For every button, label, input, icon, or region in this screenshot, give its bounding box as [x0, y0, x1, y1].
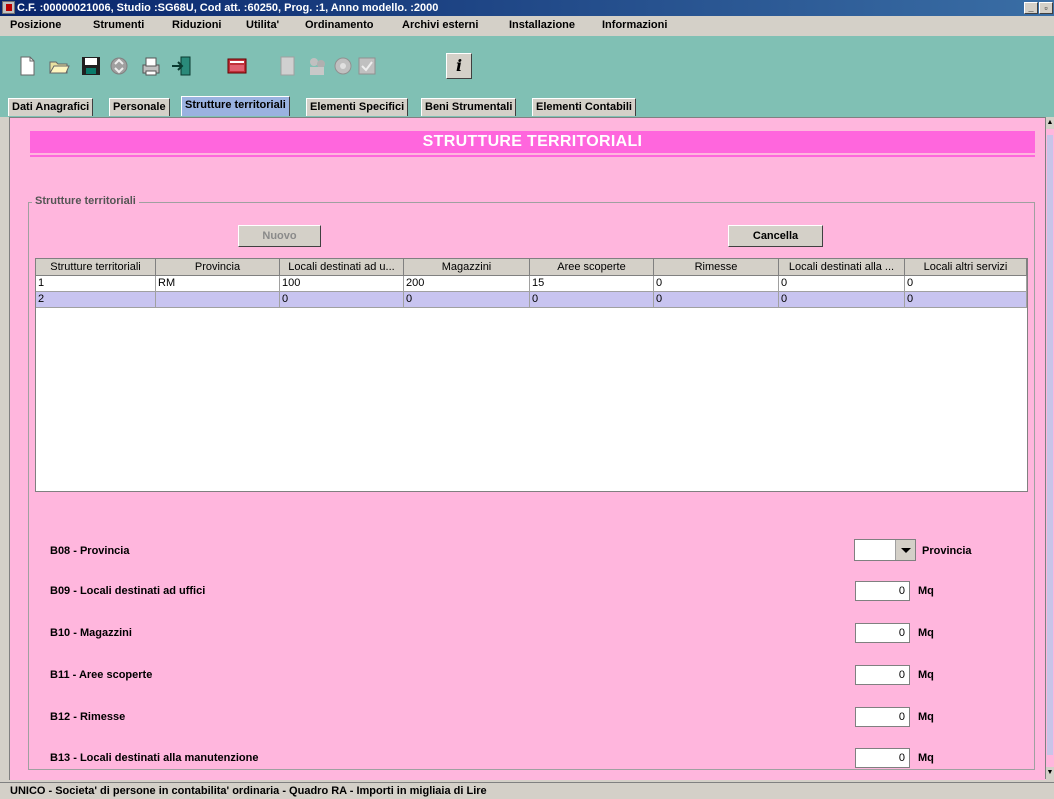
copy-document-icon[interactable] — [276, 55, 298, 77]
chevron-down-icon[interactable] — [895, 540, 915, 560]
recycle-icon[interactable] — [108, 55, 130, 77]
rimesse-label: B12 - Rimesse — [50, 711, 126, 723]
provincia-unit: Provincia — [922, 545, 972, 557]
table-cell[interactable]: 0 — [779, 292, 905, 308]
manutenzione-input[interactable]: 0 — [855, 748, 910, 768]
column-header[interactable]: Magazzini — [404, 259, 530, 276]
exit-door-icon[interactable] — [170, 55, 192, 77]
tab-personale[interactable]: Personale — [109, 98, 170, 116]
menu-utilita[interactable]: Utilita' — [246, 19, 279, 31]
info-icon[interactable]: i — [446, 53, 472, 79]
new-document-icon[interactable] — [16, 55, 38, 77]
provincia-label: B08 - Provincia — [50, 545, 130, 557]
table-cell[interactable]: 100 — [280, 276, 404, 292]
menu-informazioni[interactable]: Informazioni — [602, 19, 667, 31]
unit-label: Mq — [918, 627, 934, 639]
content-panel: STRUTTURE TERRITORIALI Strutture territo… — [9, 117, 1046, 780]
tab-beni-strumentali[interactable]: Beni Strumentali — [421, 98, 517, 116]
column-header[interactable]: Locali altri servizi — [905, 259, 1027, 276]
table-cell[interactable]: 0 — [654, 292, 779, 308]
menu-posizione[interactable]: Posizione — [10, 19, 61, 31]
menu-strumenti[interactable]: Strumenti — [93, 19, 144, 31]
table-cell[interactable] — [156, 292, 280, 308]
table-cell[interactable]: 1 — [36, 276, 156, 292]
minimize-button[interactable]: _ — [1024, 2, 1038, 14]
magazzini-input[interactable]: 0 — [855, 623, 910, 643]
group-legend: Strutture territoriali — [32, 195, 139, 207]
status-bar: UNICO - Societa' di persone in contabili… — [0, 782, 1054, 798]
table-cell[interactable]: 0 — [280, 292, 404, 308]
calculator-icon[interactable] — [226, 55, 248, 77]
nuovo-button[interactable]: Nuovo — [238, 225, 321, 247]
table-cell[interactable]: 200 — [404, 276, 530, 292]
aree-scoperte-label: B11 - Aree scoperte — [50, 669, 153, 681]
table-cell[interactable]: 0 — [905, 276, 1027, 292]
table-cell[interactable]: 0 — [905, 292, 1027, 308]
column-header[interactable]: Aree scoperte — [530, 259, 654, 276]
table-header: Strutture territoriali Provincia Locali … — [36, 259, 1027, 276]
tab-strip: Dati Anagrafici Personale Strutture terr… — [0, 96, 1054, 117]
cancella-button[interactable]: Cancella — [728, 225, 823, 247]
print-icon[interactable] — [140, 55, 162, 77]
column-header[interactable]: Strutture territoriali — [36, 259, 156, 276]
table-cell[interactable]: RM — [156, 276, 280, 292]
page-title: STRUTTURE TERRITORIALI — [30, 131, 1035, 153]
column-header[interactable]: Provincia — [156, 259, 280, 276]
save-disk-icon[interactable] — [80, 55, 102, 77]
globe-icon[interactable] — [332, 55, 354, 77]
table-row[interactable]: 2 0 0 0 0 0 0 — [36, 292, 1027, 308]
vertical-scrollbar[interactable]: ▲ ▼ — [1045, 117, 1054, 779]
toolbar: i — [0, 36, 1054, 96]
table-cell[interactable]: 0 — [530, 292, 654, 308]
table-cell[interactable]: 2 — [36, 292, 156, 308]
tab-strutture-territoriali[interactable]: Strutture territoriali — [181, 96, 290, 116]
manutenzione-label: B13 - Locali destinati alla manutenzione — [50, 752, 259, 764]
tab-elementi-contabili[interactable]: Elementi Contabili — [532, 98, 636, 116]
window-title: C.F. :00000021006, Studio :SG68U, Cod at… — [17, 2, 439, 14]
menu-ordinamento[interactable]: Ordinamento — [305, 19, 373, 31]
rimesse-input[interactable]: 0 — [855, 707, 910, 727]
title-underline — [30, 155, 1035, 157]
scroll-down-icon[interactable]: ▼ — [1046, 767, 1054, 779]
unit-label: Mq — [918, 752, 934, 764]
title-bar: C.F. :00000021006, Studio :SG68U, Cod at… — [0, 0, 1054, 16]
aree-scoperte-input[interactable]: 0 — [855, 665, 910, 685]
unit-label: Mq — [918, 669, 934, 681]
unit-label: Mq — [918, 711, 934, 723]
app-icon[interactable] — [2, 1, 15, 14]
people-icon[interactable] — [306, 55, 328, 77]
table-cell[interactable]: 0 — [404, 292, 530, 308]
column-header[interactable]: Locali destinati alla ... — [779, 259, 905, 276]
menu-installazione[interactable]: Installazione — [509, 19, 575, 31]
table-cell[interactable]: 0 — [654, 276, 779, 292]
table-cell[interactable]: 15 — [530, 276, 654, 292]
strutture-table[interactable]: Strutture territoriali Provincia Locali … — [35, 258, 1028, 492]
provincia-select[interactable] — [854, 539, 916, 561]
menu-archivi-esterni[interactable]: Archivi esterni — [402, 19, 478, 31]
magazzini-label: B10 - Magazzini — [50, 627, 132, 639]
table-cell[interactable]: 0 — [779, 276, 905, 292]
table-row[interactable]: 1 RM 100 200 15 0 0 0 — [36, 276, 1027, 292]
scroll-up-icon[interactable]: ▲ — [1046, 117, 1054, 129]
check-icon[interactable] — [356, 55, 378, 77]
locali-uffici-input[interactable]: 0 — [855, 581, 910, 601]
menu-riduzioni[interactable]: Riduzioni — [172, 19, 222, 31]
maximize-button[interactable]: ▫ — [1039, 2, 1053, 14]
tab-elementi-specifici[interactable]: Elementi Specifici — [306, 98, 409, 116]
tab-dati-anagrafici[interactable]: Dati Anagrafici — [8, 98, 94, 116]
column-header[interactable]: Locali destinati ad u... — [280, 259, 404, 276]
scrollbar-thumb[interactable] — [1047, 135, 1053, 755]
column-header[interactable]: Rimesse — [654, 259, 779, 276]
menu-bar: Posizione Strumenti Riduzioni Utilita' O… — [0, 16, 1054, 36]
open-folder-icon[interactable] — [48, 55, 70, 77]
locali-uffici-label: B09 - Locali destinati ad uffici — [50, 585, 206, 597]
unit-label: Mq — [918, 585, 934, 597]
